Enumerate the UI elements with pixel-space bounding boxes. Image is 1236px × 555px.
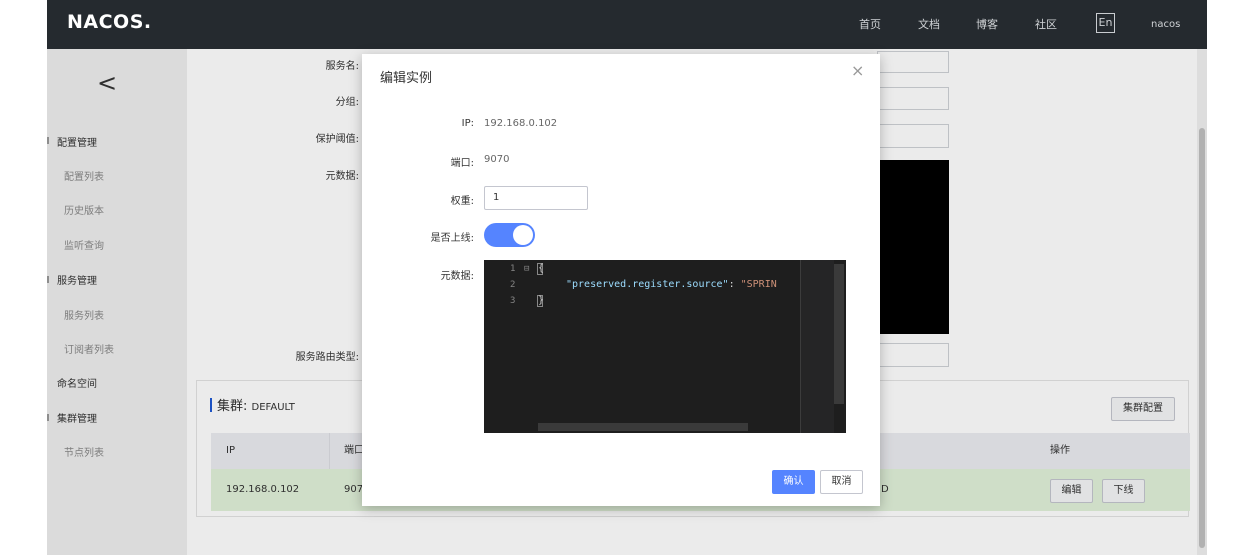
nav-docs[interactable]: 文档 bbox=[918, 0, 940, 49]
nav-blog[interactable]: 博客 bbox=[976, 0, 998, 49]
ip-value: 192.168.0.102 bbox=[484, 118, 558, 129]
toggle-knob bbox=[513, 225, 533, 245]
weight-label: 权重: bbox=[450, 196, 474, 207]
port-value: 9070 bbox=[484, 154, 510, 165]
code-line-2: "preserved.register.source": "SPRIN bbox=[566, 279, 777, 290]
json-colon: : bbox=[728, 279, 741, 290]
fold-icon[interactable]: ⊟ bbox=[524, 264, 529, 274]
code-close-brace: } bbox=[538, 295, 545, 306]
nav-community[interactable]: 社区 bbox=[1035, 0, 1057, 49]
nav-home[interactable]: 首页 bbox=[859, 0, 881, 49]
editor-minimap[interactable] bbox=[800, 260, 834, 433]
ip-label: IP: bbox=[461, 118, 474, 129]
metadata-label: 元数据: bbox=[440, 271, 474, 282]
line-number: 2 bbox=[510, 280, 516, 290]
weight-input[interactable]: 1 bbox=[484, 186, 588, 210]
line-number: 1 bbox=[510, 264, 516, 274]
language-switch[interactable]: En bbox=[1096, 13, 1115, 33]
user-name[interactable]: nacos bbox=[1151, 0, 1180, 49]
code-open-brace: { bbox=[538, 263, 545, 274]
edit-instance-dialog: 编辑实例 × IP: 192.168.0.102 端口: 9070 权重: 1 … bbox=[362, 54, 880, 506]
metadata-code-editor[interactable]: 1 2 3 ⊟ { "preserved.register.source": "… bbox=[484, 260, 846, 433]
online-label: 是否上线: bbox=[430, 233, 474, 244]
cancel-button[interactable]: 取消 bbox=[820, 470, 863, 494]
port-label: 端口: bbox=[450, 158, 474, 169]
app-window: NACOS. 首页 文档 博客 社区 En nacos < 配置管理 配置列表 … bbox=[47, 0, 1207, 555]
dialog-title: 编辑实例 bbox=[380, 71, 433, 86]
nacos-logo[interactable]: NACOS. bbox=[67, 11, 152, 33]
editor-horizontal-scrollbar[interactable] bbox=[538, 423, 748, 431]
close-icon[interactable]: × bbox=[851, 63, 864, 79]
editor-vertical-scrollbar[interactable] bbox=[834, 264, 844, 404]
confirm-button[interactable]: 确认 bbox=[772, 470, 815, 494]
json-key: "preserved.register.source" bbox=[566, 279, 729, 290]
line-number: 3 bbox=[510, 296, 516, 306]
top-navigation-bar: NACOS. 首页 文档 博客 社区 En nacos bbox=[47, 0, 1207, 49]
json-value: "SPRIN bbox=[740, 279, 777, 290]
online-toggle[interactable] bbox=[484, 223, 535, 247]
